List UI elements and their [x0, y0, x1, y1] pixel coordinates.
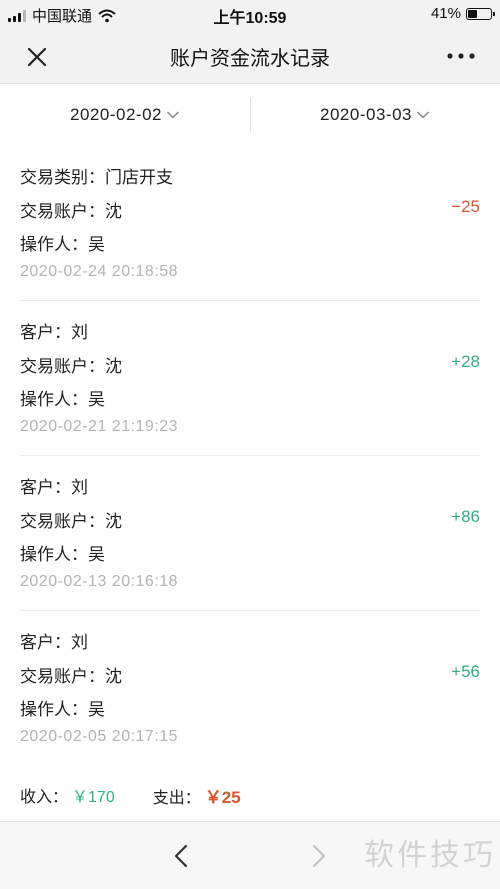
more-icon[interactable]: [444, 46, 478, 66]
list-item[interactable]: 客户：刘 交易账户：沈 操作人：吴 2020-02-13 20:16:18 +8…: [20, 456, 480, 611]
record-timestamp: 2020-02-21 21:19:23: [20, 418, 179, 435]
list-item[interactable]: 客户：刘 交易账户：沈 操作人：吴 2020-02-21 21:19:23 +2…: [20, 301, 480, 456]
start-date-value: 2020-02-02: [70, 105, 162, 124]
record-customer: 客户：刘: [20, 478, 88, 497]
expense-summary: 支出： ￥25: [153, 783, 241, 808]
income-label: 收入：: [20, 789, 69, 806]
watermark-text: 软件技巧: [364, 838, 496, 873]
start-date-picker[interactable]: 2020-02-02: [0, 98, 250, 132]
battery-percent: 41%: [430, 5, 461, 22]
expense-label: 支出：: [152, 790, 201, 807]
nav-bar: 账户资金流水记录: [0, 28, 500, 84]
record-timestamp: 2020-02-13 20:16:18: [20, 573, 179, 590]
record-amount: −25: [451, 197, 480, 216]
record-account: 交易账户：沈: [20, 357, 122, 376]
chevron-down-icon: [416, 111, 430, 119]
record-amount: +28: [451, 352, 480, 371]
date-filter-bar: 2020-02-02 2020-03-03: [0, 84, 500, 146]
status-bar: 中国联通 上午10:59 41%: [0, 0, 500, 28]
expense-value: ￥25: [204, 788, 241, 807]
transaction-list: 交易类别：门店开支 交易账户：沈 操作人：吴 2020-02-24 20:18:…: [0, 146, 500, 766]
chevron-down-icon: [166, 111, 180, 119]
record-operator: 操作人：吴: [20, 700, 105, 719]
browser-toolbar: 软件技巧: [0, 821, 500, 889]
battery-icon: [466, 7, 495, 20]
chevron-right-icon[interactable]: [304, 842, 332, 870]
record-amount: +86: [451, 507, 480, 526]
page-title: 账户资金流水记录: [170, 48, 330, 70]
record-operator: 操作人：吴: [20, 390, 105, 409]
record-customer: 客户：刘: [20, 633, 88, 652]
record-customer: 客户：刘: [20, 323, 88, 342]
list-item[interactable]: 客户：刘 交易账户：沈 操作人：吴 2020-02-05 20:17:15 +5…: [20, 611, 480, 766]
record-account: 交易账户：沈: [20, 202, 122, 221]
record-amount: +56: [451, 662, 480, 681]
record-account: 交易账户：沈: [20, 667, 122, 686]
record-timestamp: 2020-02-24 20:18:58: [20, 263, 179, 280]
end-date-picker[interactable]: 2020-03-03: [250, 98, 500, 132]
list-item[interactable]: 交易类别：门店开支 交易账户：沈 操作人：吴 2020-02-24 20:18:…: [20, 146, 480, 301]
close-icon[interactable]: [22, 42, 52, 72]
status-time: 上午10:59: [213, 10, 287, 27]
record-category: 交易类别：门店开支: [20, 168, 173, 187]
record-timestamp: 2020-02-05 20:17:15: [20, 728, 179, 745]
end-date-value: 2020-03-03: [320, 105, 412, 124]
status-bar-right: 41%: [430, 5, 495, 22]
income-value: ￥170: [72, 789, 115, 806]
record-account: 交易账户：沈: [20, 512, 122, 531]
battery-fill: [468, 9, 478, 18]
totals-summary: 收入： ￥170 支出： ￥25: [20, 783, 241, 808]
record-operator: 操作人：吴: [20, 235, 105, 254]
chevron-left-icon[interactable]: [168, 842, 196, 870]
record-operator: 操作人：吴: [20, 545, 105, 564]
income-summary: 收入： ￥170: [20, 783, 115, 808]
